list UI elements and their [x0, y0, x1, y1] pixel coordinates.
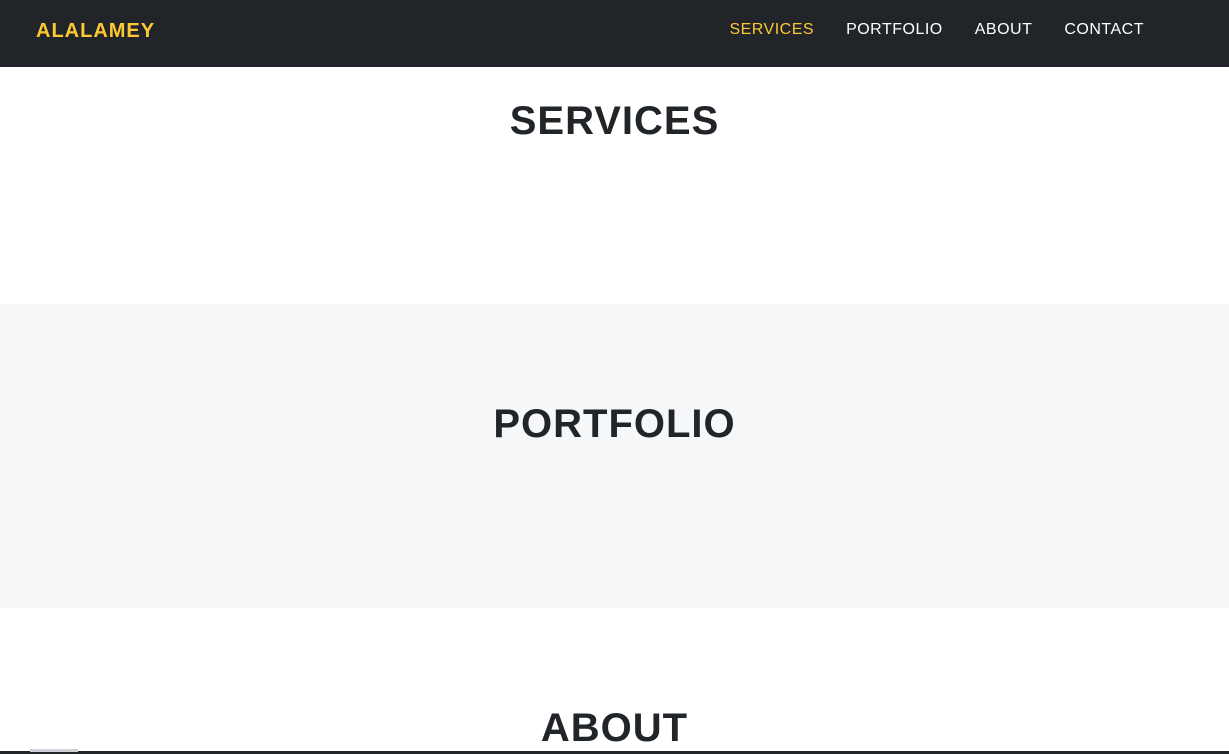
portfolio-section: PORTFOLIO [0, 304, 1229, 608]
nav-item-about: ABOUT [975, 20, 1033, 40]
services-heading: SERVICES [509, 99, 720, 143]
nav-item-contact: CONTACT [1064, 20, 1144, 40]
nav-link-portfolio[interactable]: PORTFOLIO [846, 21, 943, 38]
nav-link-services[interactable]: SERVICES [729, 21, 814, 38]
top-navbar: ALALAMEY SERVICES PORTFOLIO ABOUT CONTAC… [0, 0, 1229, 67]
services-section: SERVICES [0, 67, 1229, 304]
nav-menu: SERVICES PORTFOLIO ABOUT CONTACT [729, 20, 1144, 40]
about-section: ABOUT [0, 608, 1229, 754]
nav-item-services: SERVICES [729, 20, 814, 40]
nav-link-contact[interactable]: CONTACT [1064, 21, 1144, 38]
portfolio-heading: PORTFOLIO [493, 402, 736, 446]
bottom-edge-highlight [30, 749, 78, 752]
nav-item-portfolio: PORTFOLIO [846, 20, 943, 40]
about-heading: ABOUT [540, 706, 689, 750]
nav-link-about[interactable]: ABOUT [975, 21, 1033, 38]
brand-logo-link[interactable]: ALALAMEY [36, 19, 155, 43]
